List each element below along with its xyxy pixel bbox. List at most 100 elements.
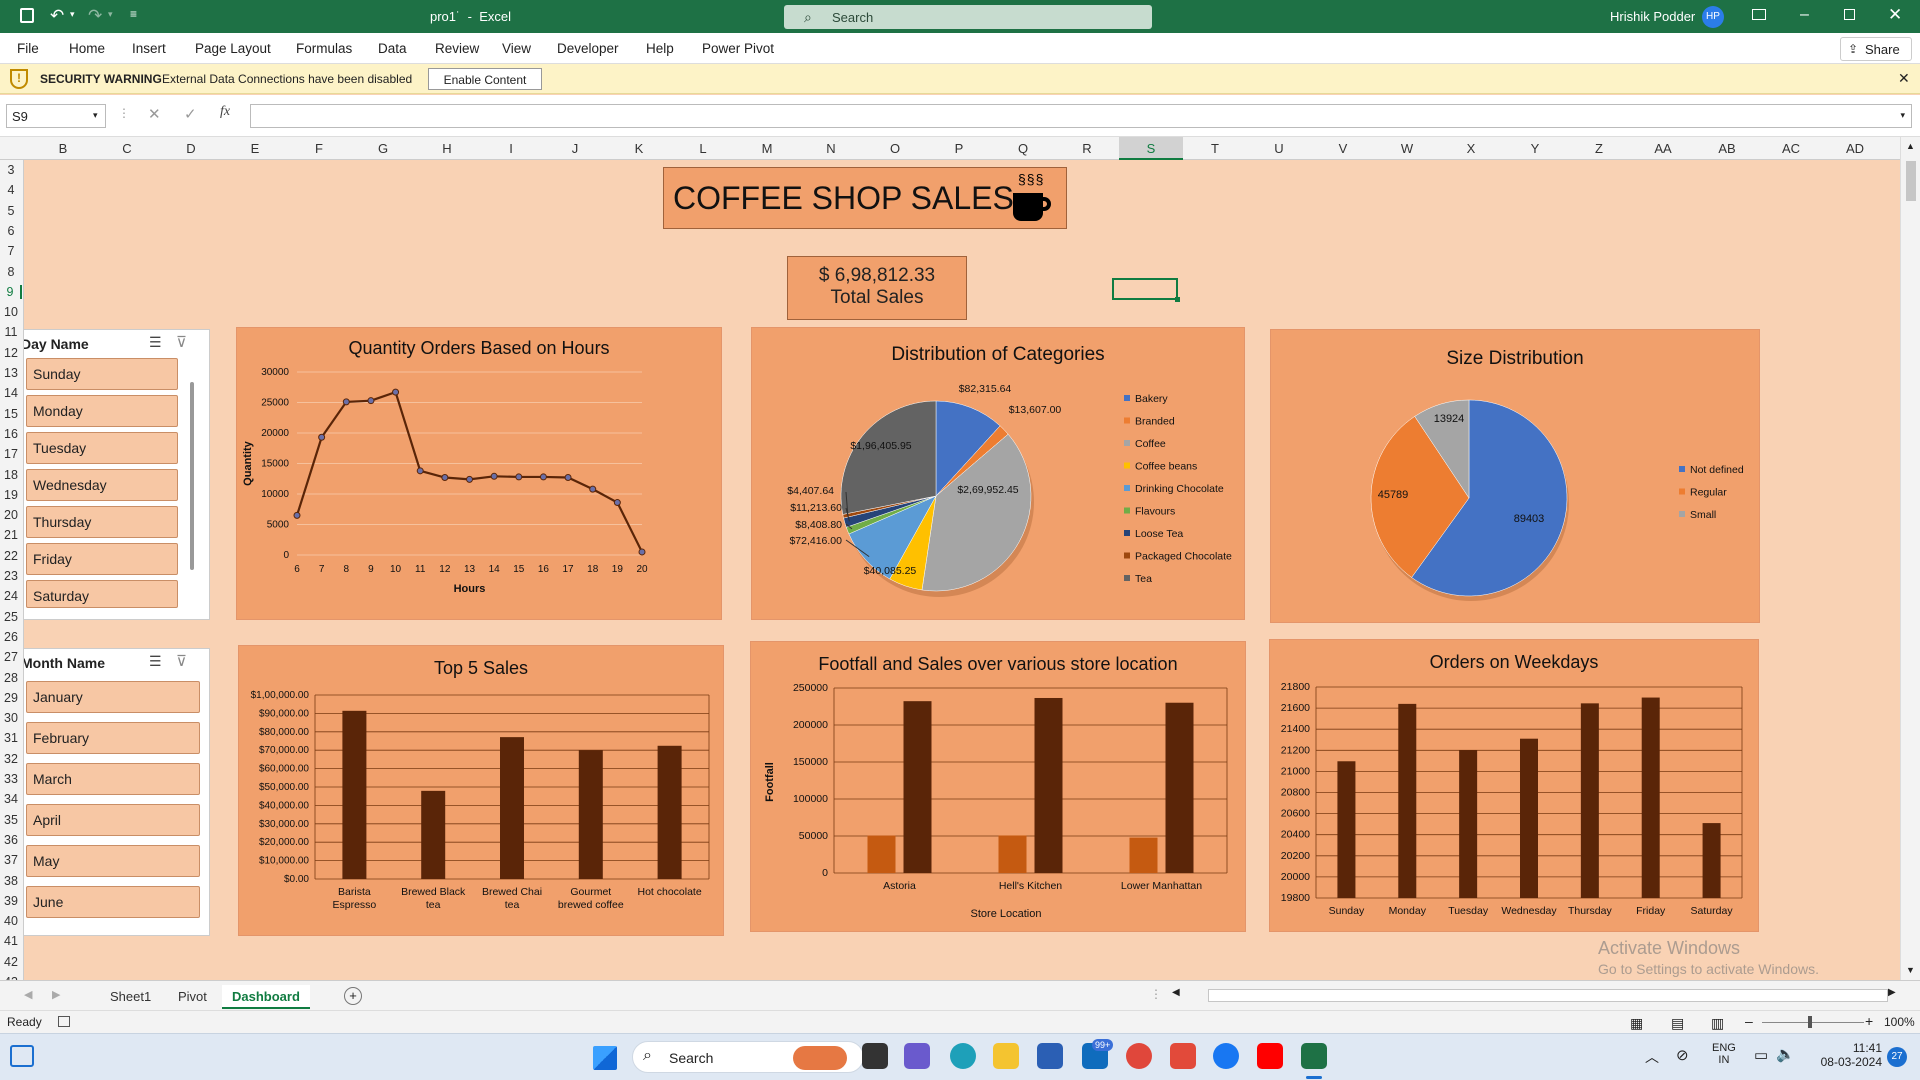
size-pie-chart[interactable]: Size Distribution 89403 45789 13924 Not def… [1270, 329, 1760, 623]
column-header-p[interactable]: P [927, 141, 991, 156]
tab-dashboard[interactable]: Dashboard [222, 985, 310, 1009]
row-header-6[interactable]: 6 [0, 224, 22, 238]
slicer-item-thursday[interactable]: Thursday [26, 506, 178, 538]
task-view-icon[interactable] [862, 1043, 888, 1069]
store-icon[interactable] [1037, 1043, 1063, 1069]
minimize-icon[interactable]: – [1800, 6, 1809, 24]
footfall-bar-chart[interactable]: Footfall and Sales over various store lo… [750, 641, 1246, 932]
menu-insert[interactable]: Insert [132, 41, 166, 56]
enable-content-button[interactable]: Enable Content [428, 68, 542, 90]
fx-icon[interactable]: fx [220, 104, 230, 120]
page-break-view-icon[interactable]: ▥ [1711, 1015, 1724, 1032]
column-header-e[interactable]: E [223, 141, 287, 156]
cancel-formula-icon[interactable]: ✕ [148, 105, 161, 123]
page-layout-view-icon[interactable]: ▤ [1671, 1015, 1684, 1032]
row-header-8[interactable]: 8 [0, 265, 22, 279]
slicer-item-may[interactable]: May [26, 845, 200, 877]
column-header-ab[interactable]: AB [1695, 141, 1759, 156]
slicer-item-tuesday[interactable]: Tuesday [26, 432, 178, 464]
row-header-3[interactable]: 3 [0, 163, 22, 177]
column-header-n[interactable]: N [799, 141, 863, 156]
undo-dropdown-icon[interactable]: ▾ [70, 9, 75, 20]
column-header-s[interactable]: S [1119, 137, 1183, 160]
chevron-down-icon[interactable]: ▾ [93, 110, 98, 121]
top5-bar-chart[interactable]: Top 5 Sales $1,00,000.00 $90,000.00 $80,00… [238, 645, 724, 936]
edge-icon[interactable] [950, 1043, 976, 1069]
next-sheet-icon[interactable]: ▶ [52, 988, 60, 1001]
volume-icon[interactable]: 🔈 [1776, 1045, 1795, 1063]
menu-review[interactable]: Review [435, 41, 479, 56]
slicer-item-june[interactable]: June [26, 886, 200, 918]
column-header-k[interactable]: K [607, 141, 671, 156]
column-header-l[interactable]: L [671, 141, 735, 156]
column-header-m[interactable]: M [735, 141, 799, 156]
column-header-u[interactable]: U [1247, 141, 1311, 156]
column-header-d[interactable]: D [159, 141, 223, 156]
search-box[interactable]: ⌕ Search [784, 5, 1152, 29]
menu-view[interactable]: View [502, 41, 531, 56]
row-header-21[interactable]: 21 [0, 528, 22, 542]
column-header-ad[interactable]: AD [1823, 141, 1887, 156]
slicer-item-april[interactable]: April [26, 804, 200, 836]
chrome-icon[interactable] [1126, 1043, 1152, 1069]
row-header-28[interactable]: 28 [0, 671, 22, 685]
wps-icon[interactable] [1170, 1043, 1196, 1069]
menu-help[interactable]: Help [646, 41, 674, 56]
taskbar-search[interactable]: ⌕ Search [632, 1041, 864, 1073]
row-header-33[interactable]: 33 [0, 772, 22, 786]
scroll-up-icon[interactable]: ▲ [1906, 141, 1915, 151]
column-header-i[interactable]: I [479, 141, 543, 156]
clear-filter-icon[interactable]: ⊽ [176, 652, 187, 670]
excel-taskbar-icon[interactable] [1301, 1043, 1327, 1069]
user-name[interactable]: Hrishik Podder [1610, 9, 1695, 24]
row-header-19[interactable]: 19 [0, 488, 22, 502]
slicer-item-february[interactable]: February [26, 722, 200, 754]
row-header-7[interactable]: 7 [0, 244, 22, 258]
add-sheet-icon[interactable]: + [344, 987, 362, 1005]
slicer-item-saturday[interactable]: Saturday [26, 580, 178, 608]
row-header-5[interactable]: 5 [0, 204, 22, 218]
column-header-o[interactable]: O [863, 141, 927, 156]
menu-file[interactable]: File [17, 41, 39, 56]
zoom-slider[interactable] [1762, 1022, 1864, 1023]
column-header-w[interactable]: W [1375, 141, 1439, 156]
menu-data[interactable]: Data [378, 41, 407, 56]
row-header-40[interactable]: 40 [0, 914, 22, 928]
accessibility-icon[interactable] [58, 1016, 70, 1027]
zoom-in-icon[interactable]: + [1865, 1013, 1873, 1029]
column-header-f[interactable]: F [287, 141, 351, 156]
prev-sheet-icon[interactable]: ◀ [24, 988, 32, 1001]
row-header-36[interactable]: 36 [0, 833, 22, 847]
column-header-r[interactable]: R [1055, 141, 1119, 156]
column-header-x[interactable]: X [1439, 141, 1503, 156]
redo-icon[interactable]: ↷ [88, 6, 102, 26]
row-header-23[interactable]: 23 [0, 569, 22, 583]
zoom-level[interactable]: 100% [1884, 1015, 1915, 1029]
row-header-30[interactable]: 30 [0, 711, 22, 725]
row-header-18[interactable]: 18 [0, 468, 22, 482]
row-header-27[interactable]: 27 [0, 650, 22, 664]
worksheet[interactable]: COFFEE SHOP SALES §§§ $ 6,98,812.33 Tota… [24, 160, 1900, 980]
clock[interactable]: 11:41 08-03-2024 [1810, 1041, 1882, 1069]
show-hidden-icons-icon[interactable]: ︿ [1645, 1047, 1659, 1067]
ribbon-display-icon[interactable] [1752, 9, 1766, 20]
row-header-41[interactable]: 41 [0, 934, 22, 948]
slicer-item-january[interactable]: January [26, 681, 200, 713]
row-header-38[interactable]: 38 [0, 874, 22, 888]
fill-handle[interactable] [1175, 297, 1180, 302]
column-header-ac[interactable]: AC [1759, 141, 1823, 156]
column-header-b[interactable]: B [31, 141, 95, 156]
row-header-31[interactable]: 31 [0, 731, 22, 745]
row-header-25[interactable]: 25 [0, 610, 22, 624]
slicer-scrollbar[interactable] [190, 382, 194, 570]
row-header-15[interactable]: 15 [0, 407, 22, 421]
widgets-icon[interactable] [10, 1045, 34, 1067]
slicer-item-sunday[interactable]: Sunday [26, 358, 178, 390]
row-header-22[interactable]: 22 [0, 549, 22, 563]
row-header-13[interactable]: 13 [0, 366, 22, 380]
tab-sheet1[interactable]: Sheet1 [100, 985, 161, 1009]
row-header-20[interactable]: 20 [0, 508, 22, 522]
formula-input[interactable]: ▾ [250, 104, 1912, 128]
scroll-thumb[interactable] [1906, 161, 1916, 201]
customize-toolbar-icon[interactable]: ≡ [130, 7, 137, 21]
